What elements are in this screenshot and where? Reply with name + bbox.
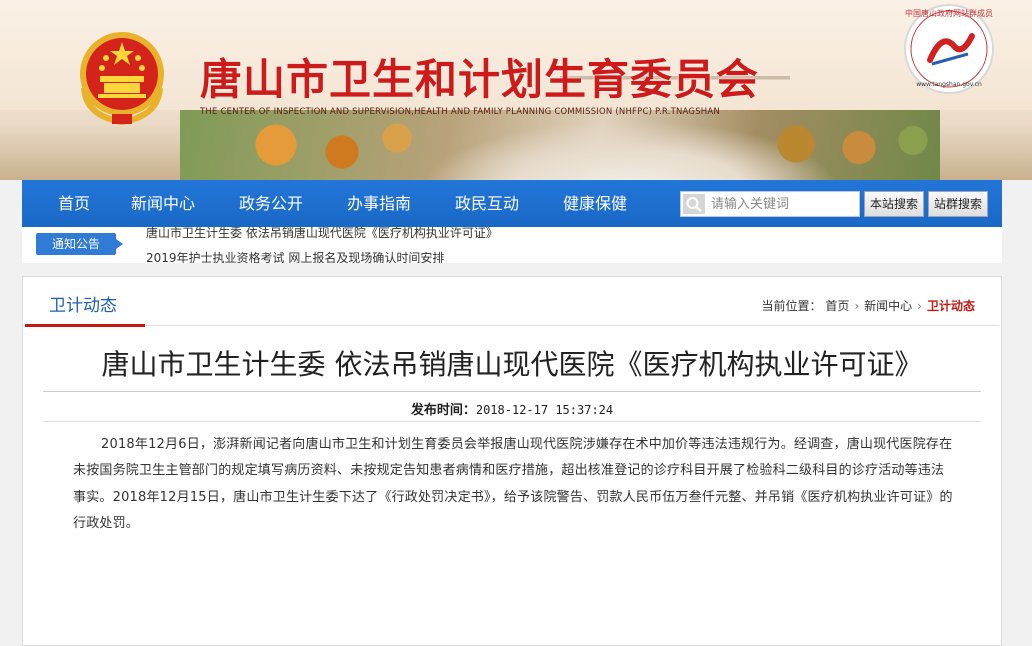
notice-badge: 通知公告 [36, 233, 123, 255]
article-title: 唐山市卫生计生委 依法吊销唐山现代医院《医疗机构执业许可证》 [101, 348, 923, 381]
nav-item-gov-affairs[interactable]: 政务公开 [239, 180, 303, 227]
breadcrumb: 当前位置： 首页 › 新闻中心 › 卫计动态 [761, 297, 975, 314]
national-emblem-icon [80, 32, 164, 126]
chevron-right-icon: › [854, 299, 860, 313]
chevron-right-icon: › [917, 299, 922, 313]
seal-url: www.tangshan.gov.cn [916, 81, 982, 88]
site-search-button[interactable]: 本站搜索 [864, 191, 925, 217]
site-title: 唐山市卫生和计划生育委员会 [200, 55, 760, 104]
title-divider [43, 391, 981, 392]
main-nav: 首页 新闻中心 政务公开 办事指南 政民互动 健康保健 本站搜索 站群搜索 [22, 180, 1002, 227]
city-portal-seal-icon[interactable]: 中国唐山政府网站群成员 www.tangshan.gov.cn [902, 2, 996, 96]
breadcrumb-home[interactable]: 首页 [825, 299, 849, 313]
notice-item[interactable]: 2019年护士执业资格考试 网上报名及现场确认时间安排 [146, 249, 444, 263]
nav-item-health-care[interactable]: 健康保健 [563, 180, 627, 227]
time-divider [43, 421, 981, 422]
publish-time-label: 发布时间： [410, 403, 476, 418]
article-body: 2018年12月6日，澎湃新闻记者向唐山市卫生和计划生育委员会举报唐山现代医院涉… [73, 437, 953, 531]
site-subtitle: THE CENTER OF INSPECTION AND SUPERVISION… [200, 107, 720, 117]
nav-item-service-guide[interactable]: 办事指南 [347, 180, 411, 227]
publish-time-value: 2018-12-17 15:37:24 [475, 403, 614, 417]
section-tab-underline [25, 324, 145, 327]
publish-time: 发布时间：2018-12-17 15:37:24 [23, 399, 1001, 418]
search-input[interactable] [711, 192, 857, 216]
search-icon [683, 194, 705, 214]
breadcrumb-news[interactable]: 新闻中心 [864, 299, 912, 313]
banner-trees-right [760, 108, 940, 180]
seal-text: 中国唐山政府网站群成员 [905, 8, 993, 18]
breadcrumb-current[interactable]: 卫计动态 [927, 299, 975, 313]
search-box [680, 191, 860, 217]
nav-item-home[interactable]: 首页 [58, 180, 90, 227]
nav-item-news[interactable]: 新闻中心 [131, 180, 195, 227]
content-panel: 卫计动态 当前位置： 首页 › 新闻中心 › 卫计动态 唐山市卫生计生委 依法吊销唐山现… [22, 276, 1002, 646]
header-banner: 唐山市卫生和计划生育委员会 THE CENTER OF INSPECTION A… [0, 0, 1032, 180]
banner-trees-left [210, 110, 430, 180]
section-tab-title[interactable]: 卫计动态 [49, 291, 117, 316]
group-search-button[interactable]: 站群搜索 [928, 191, 989, 217]
tab-divider [25, 325, 999, 326]
notice-item[interactable]: 唐山市卫生计生委 依法吊销唐山现代医院《医疗机构执业许可证》 [146, 227, 498, 241]
notice-bar: 通知公告 唐山市卫生计生委 依法吊销唐山现代医院《医疗机构执业许可证》 2019… [22, 227, 1002, 263]
nav-item-interaction[interactable]: 政民互动 [455, 180, 519, 227]
breadcrumb-label: 当前位置： [761, 299, 822, 313]
